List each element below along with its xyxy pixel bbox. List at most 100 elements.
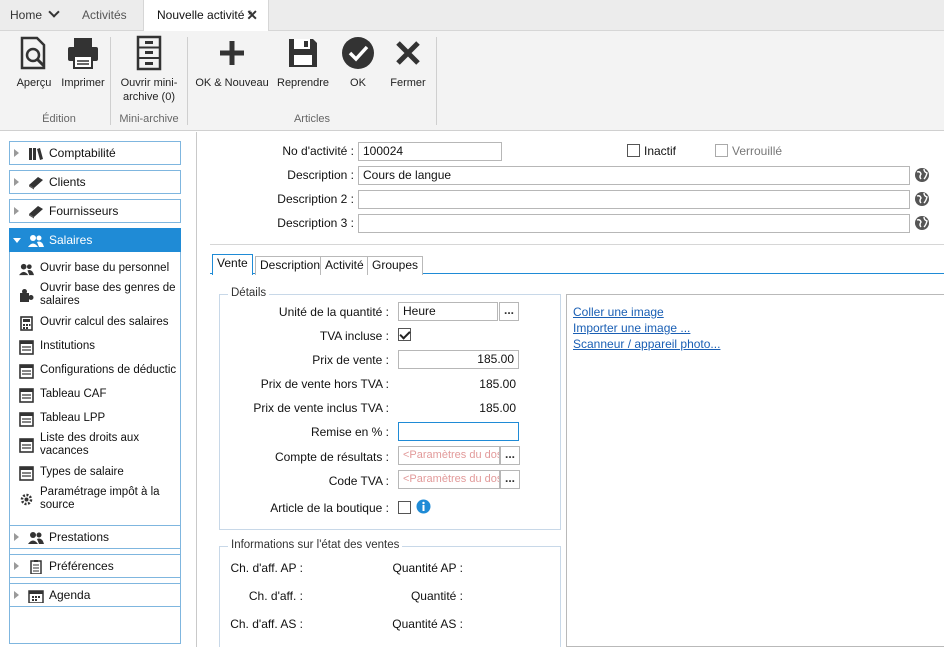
nav-sub-impot-source[interactable]: Paramétrage impôt à la source bbox=[20, 486, 190, 512]
tab-vente[interactable]: Vente bbox=[212, 254, 253, 275]
nav-prestations[interactable]: Prestations bbox=[9, 525, 181, 549]
nav-sub-droits-vacances-label: Liste des droits aux vacances bbox=[40, 432, 140, 457]
inactive-label: Inactif bbox=[644, 144, 677, 158]
nav-sub-tableau-caf-label: Tableau CAF bbox=[40, 388, 107, 400]
sale-price-field[interactable]: 185.00 bbox=[398, 350, 519, 369]
close-button[interactable]: Fermer bbox=[388, 35, 428, 90]
ok-new-label: OK & Nouveau bbox=[195, 77, 269, 89]
users-icon bbox=[19, 262, 34, 277]
description-label: Description : bbox=[287, 168, 354, 182]
globe-icon[interactable] bbox=[914, 215, 930, 231]
scanner-link[interactable]: Scanneur / appareil photo... bbox=[573, 337, 720, 351]
ribbon-separator bbox=[436, 37, 437, 125]
vat-code-field[interactable]: <Paramètres du dos bbox=[398, 470, 500, 489]
info-icon[interactable] bbox=[416, 499, 431, 514]
nav-sub-genres-salaires-label: Ouvrir base des genres de salaires bbox=[40, 282, 176, 307]
account-picker-button[interactable]: ... bbox=[500, 446, 520, 465]
print-button[interactable]: Imprimer bbox=[60, 35, 106, 90]
table-icon bbox=[19, 388, 34, 403]
nav-comptabilite-label: Comptabilité bbox=[49, 146, 116, 160]
nav-sub-types-salaire[interactable]: Types de salaire bbox=[19, 466, 190, 481]
close-icon bbox=[390, 35, 426, 71]
nav-sub-institutions[interactable]: Institutions bbox=[19, 340, 190, 355]
inactive-checkbox[interactable] bbox=[627, 144, 640, 157]
qty-as-label: Quantité AS : bbox=[392, 617, 463, 631]
nav-sub-deductions[interactable]: Configurations de déductic bbox=[19, 364, 190, 379]
cabinet-icon bbox=[131, 35, 167, 71]
nav-sub-droits-vacances[interactable]: Liste des droits aux vacances bbox=[19, 432, 190, 458]
qty-label: Quantité : bbox=[410, 589, 463, 603]
nav-sub-calcul-salaires-label: Ouvrir calcul des salaires bbox=[40, 316, 169, 328]
description-3-field[interactable] bbox=[358, 214, 910, 233]
left-navigation: Comptabilité Clients Fournisseurs Salair… bbox=[0, 132, 197, 647]
price-incl-vat-value: 185.00 bbox=[479, 401, 516, 415]
close-tab-icon[interactable]: ✕ bbox=[246, 0, 258, 30]
tab-groupes[interactable]: Groupes bbox=[367, 256, 424, 275]
discount-field[interactable] bbox=[398, 422, 519, 441]
check-circle-icon bbox=[340, 35, 376, 71]
mini-archive-group-label: Mini-archive bbox=[119, 113, 179, 125]
puzzle-icon bbox=[19, 288, 34, 303]
nav-sub-tableau-lpp[interactable]: Tableau LPP bbox=[19, 412, 190, 427]
tab-new-activity-label: Nouvelle activité * bbox=[157, 8, 253, 22]
account-field[interactable]: <Paramètres du dos bbox=[398, 446, 500, 465]
table-icon bbox=[19, 466, 34, 481]
nav-preferences-label: Préférences bbox=[49, 559, 114, 573]
unit-field[interactable]: Heure bbox=[398, 302, 498, 321]
nav-sub-genres-salaires[interactable]: Ouvrir base des genres de salaires bbox=[20, 282, 190, 308]
open-mini-archive-button[interactable]: Ouvrir mini-archive (0) bbox=[116, 35, 182, 104]
book-icon bbox=[28, 204, 44, 219]
globe-icon[interactable] bbox=[914, 167, 930, 183]
nav-sub-calcul-salaires[interactable]: Ouvrir calcul des salaires bbox=[20, 316, 190, 331]
nav-salaires[interactable]: Salaires bbox=[9, 228, 181, 252]
nav-agenda[interactable]: Agenda bbox=[9, 583, 181, 607]
paste-image-link[interactable]: Coller une image bbox=[573, 305, 664, 319]
nav-fournisseurs[interactable]: Fournisseurs bbox=[9, 199, 181, 223]
tab-description[interactable]: Description bbox=[255, 256, 326, 275]
ok-button[interactable]: OK bbox=[340, 35, 376, 90]
nav-sub-institutions-label: Institutions bbox=[40, 340, 95, 352]
plus-icon bbox=[214, 35, 250, 71]
chevron-down-icon[interactable] bbox=[48, 6, 60, 18]
description-field[interactable]: Cours de langue bbox=[358, 166, 910, 185]
preview-icon bbox=[16, 35, 52, 71]
tab-activities[interactable]: Activités bbox=[82, 0, 127, 31]
nav-prestations-label: Prestations bbox=[49, 530, 110, 544]
import-image-link[interactable]: Importer une image ... bbox=[573, 321, 690, 335]
ok-new-button[interactable]: OK & Nouveau bbox=[194, 35, 270, 90]
nav-sub-impot-source-label: Paramétrage impôt à la source bbox=[40, 486, 160, 511]
table-icon bbox=[19, 340, 34, 355]
tab-new-activity[interactable]: Nouvelle activité * ✕ bbox=[143, 0, 269, 32]
expand-arrow-icon bbox=[14, 207, 19, 215]
nav-preferences[interactable]: Préférences bbox=[9, 554, 181, 578]
unit-picker-button[interactable]: ... bbox=[499, 302, 519, 321]
account-label: Compte de résultats : bbox=[274, 450, 389, 464]
table-icon bbox=[19, 412, 34, 427]
divider bbox=[210, 244, 944, 245]
description-2-field[interactable] bbox=[358, 190, 910, 209]
preview-button[interactable]: Aperçu bbox=[12, 35, 56, 90]
nav-salaires-label: Salaires bbox=[49, 233, 93, 247]
shop-article-checkbox[interactable] bbox=[398, 501, 411, 514]
tab-activite[interactable]: Activité bbox=[320, 256, 369, 275]
nav-clients[interactable]: Clients bbox=[9, 170, 181, 194]
tab-home[interactable]: Home bbox=[10, 0, 60, 31]
print-label: Imprimer bbox=[61, 77, 105, 89]
expand-arrow-icon bbox=[14, 149, 19, 157]
nav-sub-personnel[interactable]: Ouvrir base du personnel bbox=[19, 262, 190, 276]
shop-article-label: Article de la boutique : bbox=[270, 501, 389, 515]
vat-included-checkbox[interactable] bbox=[398, 328, 411, 341]
vat-code-picker-button[interactable]: ... bbox=[500, 470, 520, 489]
table-icon bbox=[19, 438, 34, 453]
preview-label: Aperçu bbox=[16, 77, 52, 89]
resume-label: Reprendre bbox=[277, 77, 329, 89]
nav-comptabilite[interactable]: Comptabilité bbox=[9, 141, 181, 165]
activity-number-field[interactable]: 100024 bbox=[358, 142, 502, 161]
main-form: No d'activité : 100024 Inactif Verrouill… bbox=[198, 132, 944, 647]
globe-icon[interactable] bbox=[914, 191, 930, 207]
calculator-icon bbox=[19, 316, 34, 331]
nav-sub-tableau-caf[interactable]: Tableau CAF bbox=[19, 388, 190, 403]
sales-info-title: Informations sur l'état des ventes bbox=[228, 539, 403, 551]
tab-strip: Home Activités Nouvelle activité * ✕ bbox=[0, 0, 944, 32]
resume-button[interactable]: Reprendre bbox=[274, 35, 332, 90]
